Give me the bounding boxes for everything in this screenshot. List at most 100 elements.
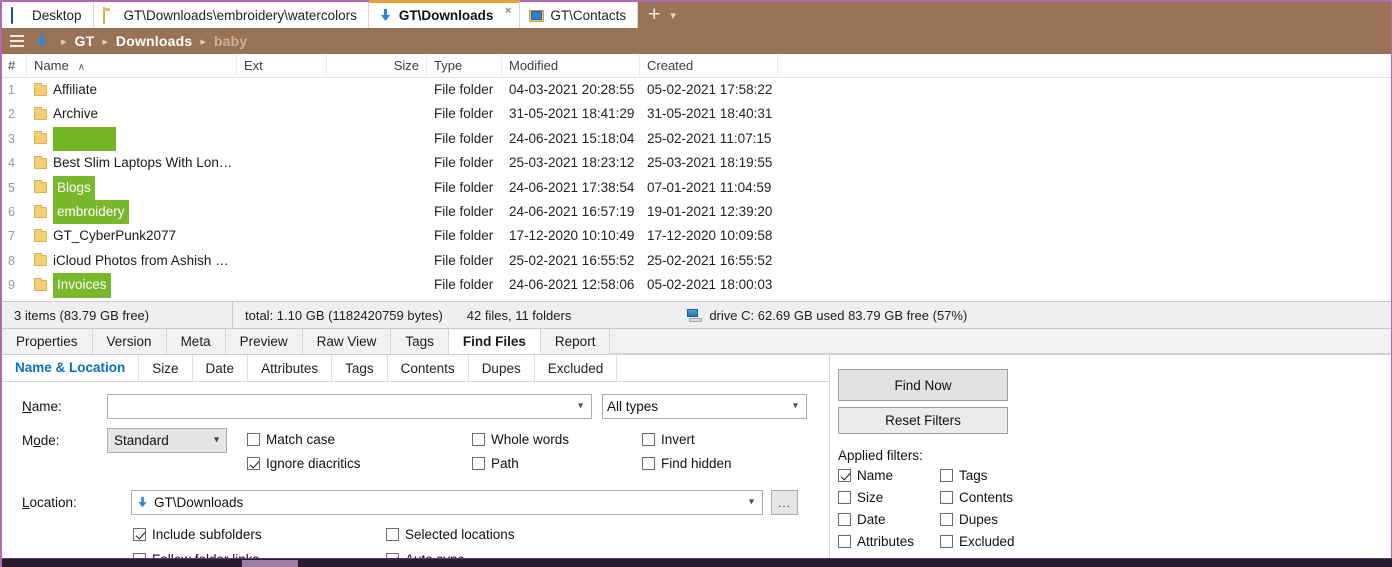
checkbox-selected-locations[interactable]: Selected locations: [386, 527, 636, 542]
subtab-tags[interactable]: Tags: [332, 355, 388, 381]
tab-desktop[interactable]: Desktop: [2, 2, 94, 28]
chevron-down-icon[interactable]: ▾: [668, 9, 686, 28]
checkbox-box[interactable]: [386, 528, 399, 541]
column-header-name[interactable]: Name∧: [27, 54, 237, 78]
tab-watercolors[interactable]: GT\Downloads\embroidery\watercolors: [94, 2, 369, 28]
checkbox-box[interactable]: [642, 433, 655, 446]
tab-report[interactable]: Report: [541, 329, 611, 354]
checkbox-box[interactable]: [838, 535, 851, 548]
column-header-modified[interactable]: Modified: [502, 54, 640, 78]
checkbox-label: Dupes: [959, 512, 998, 527]
filter-attributes[interactable]: Attributes: [838, 534, 940, 549]
tab-version[interactable]: Version: [93, 329, 167, 354]
checkbox-box[interactable]: [838, 491, 851, 504]
file-name-cell[interactable]: GT_CyberPunk2077: [27, 224, 237, 248]
checkbox-box[interactable]: [133, 528, 146, 541]
subtab-dupes[interactable]: Dupes: [469, 355, 535, 381]
checkbox-box[interactable]: [940, 469, 953, 482]
subtab-attributes[interactable]: Attributes: [248, 355, 332, 381]
file-name-cell[interactable]: Affiliate: [27, 78, 237, 102]
filter-tags[interactable]: Tags: [940, 468, 1080, 483]
checkbox-box[interactable]: [838, 469, 851, 482]
browse-location-button[interactable]: ...: [771, 490, 798, 515]
file-name-cell[interactable]: iCloud Photos from Ashish …: [27, 249, 237, 273]
table-row[interactable]: 8iCloud Photos from Ashish …File folder2…: [2, 249, 1391, 273]
table-row[interactable]: 7GT_CyberPunk2077File folder17-12-2020 1…: [2, 224, 1391, 248]
checkbox-box[interactable]: [642, 457, 655, 470]
checkbox-find-hidden[interactable]: Find hidden: [642, 456, 812, 471]
checkbox-box[interactable]: [940, 491, 953, 504]
main-tab-filler: [610, 329, 1391, 354]
file-name-cell[interactable]: Best Slim Laptops With Lon…: [27, 151, 237, 175]
download-arrow-icon[interactable]: [28, 33, 58, 49]
file-name-cell[interactable]: embroidery: [27, 200, 237, 224]
file-name-cell[interactable]: ██████: [27, 127, 237, 151]
new-tab-button[interactable]: +: [638, 4, 668, 28]
tab-properties[interactable]: Properties: [2, 329, 93, 354]
chevron-down-icon[interactable]: ▾: [214, 434, 219, 445]
chevron-down-icon[interactable]: ▾: [793, 400, 798, 411]
checkbox-include-subfolders[interactable]: Include subfolders: [133, 527, 386, 542]
checkbox-box[interactable]: [940, 513, 953, 526]
checkbox-ignore-diacritics[interactable]: Ignore diacritics: [247, 456, 472, 471]
filter-name[interactable]: Name: [838, 468, 940, 483]
tab-tags[interactable]: Tags: [391, 329, 449, 354]
column-header-ext[interactable]: Ext: [237, 54, 327, 78]
checkbox-box[interactable]: [472, 433, 485, 446]
subtab-excluded[interactable]: Excluded: [535, 355, 618, 381]
chevron-down-icon[interactable]: ▾: [578, 400, 583, 411]
breadcrumb-item-baby[interactable]: baby: [209, 33, 252, 49]
tab-contacts[interactable]: GT\Contacts: [520, 2, 638, 28]
filter-date[interactable]: Date: [838, 512, 940, 527]
table-row[interactable]: 4Best Slim Laptops With Lon…File folder2…: [2, 151, 1391, 175]
search-name-input[interactable]: ▾: [107, 394, 592, 419]
table-row[interactable]: 1AffiliateFile folder04-03-2021 20:28:55…: [2, 78, 1391, 102]
mode-select[interactable]: Standard ▾: [107, 428, 227, 453]
filter-excluded[interactable]: Excluded: [940, 534, 1080, 549]
checkbox-box[interactable]: [247, 433, 260, 446]
scrollbar-thumb[interactable]: [242, 560, 298, 567]
reset-filters-button[interactable]: Reset Filters: [838, 407, 1008, 434]
tab-find-files[interactable]: Find Files: [449, 329, 541, 354]
checkbox-invert[interactable]: Invert: [642, 432, 812, 447]
tab-meta[interactable]: Meta: [167, 329, 226, 354]
column-header-num[interactable]: #: [2, 54, 27, 78]
table-row[interactable]: 2ArchiveFile folder31-05-2021 18:41:2931…: [2, 102, 1391, 126]
close-icon[interactable]: ×: [505, 6, 511, 17]
checkbox-whole-words[interactable]: Whole words: [472, 432, 642, 447]
subtab-name-location[interactable]: Name & Location: [2, 355, 139, 381]
file-name-cell[interactable]: Archive: [27, 102, 237, 126]
hamburger-icon[interactable]: [6, 35, 28, 47]
location-input[interactable]: GT\Downloads ▾: [131, 490, 763, 515]
checkbox-box[interactable]: [838, 513, 851, 526]
file-name-cell[interactable]: Blogs: [27, 176, 237, 200]
subtab-date[interactable]: Date: [193, 355, 249, 381]
table-row[interactable]: 3██████File folder24-06-2021 15:18:0425-…: [2, 127, 1391, 151]
horizontal-scrollbar[interactable]: [2, 558, 1392, 567]
chevron-down-icon[interactable]: ▾: [749, 496, 754, 507]
checkbox-box[interactable]: [247, 457, 260, 470]
subtab-contents[interactable]: Contents: [388, 355, 469, 381]
file-name-cell[interactable]: Invoices: [27, 273, 237, 297]
checkbox-box[interactable]: [940, 535, 953, 548]
tab-preview[interactable]: Preview: [226, 329, 303, 354]
breadcrumb-item-gt[interactable]: GT: [70, 33, 100, 49]
column-header-type[interactable]: Type: [427, 54, 502, 78]
file-type-select[interactable]: All types ▾: [602, 394, 807, 419]
column-header-created[interactable]: Created: [640, 54, 778, 78]
filter-contents[interactable]: Contents: [940, 490, 1080, 505]
tab-downloads-active[interactable]: GT\Downloads ×: [369, 0, 521, 28]
table-row[interactable]: 9InvoicesFile folder24-06-2021 12:58:060…: [2, 273, 1391, 297]
column-header-size[interactable]: Size: [327, 54, 427, 78]
breadcrumb-item-downloads[interactable]: Downloads: [111, 33, 197, 49]
filter-size[interactable]: Size: [838, 490, 940, 505]
checkbox-box[interactable]: [472, 457, 485, 470]
table-row[interactable]: 5BlogsFile folder24-06-2021 17:38:5407-0…: [2, 176, 1391, 200]
subtab-size[interactable]: Size: [139, 355, 192, 381]
table-row[interactable]: 6embroideryFile folder24-06-2021 16:57:1…: [2, 200, 1391, 224]
tab-raw-view[interactable]: Raw View: [303, 329, 392, 354]
checkbox-path[interactable]: Path: [472, 456, 642, 471]
find-now-button[interactable]: Find Now: [838, 369, 1008, 401]
checkbox-match-case[interactable]: Match case: [247, 432, 472, 447]
filter-dupes[interactable]: Dupes: [940, 512, 1080, 527]
